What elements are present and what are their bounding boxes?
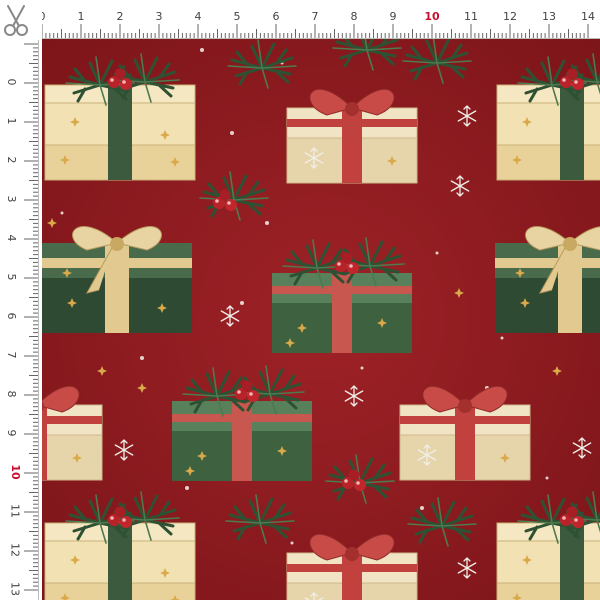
ruler-top: 0 1 2 3 4 5 6 7 8 9 10 11 12 13 14 <box>0 0 600 39</box>
ruler-left-label-accent: 10 <box>9 464 23 480</box>
ruler-top-label: 5 <box>233 10 241 23</box>
ruler-top-label: 13 <box>542 10 556 23</box>
ruler-top-label: 3 <box>155 10 163 23</box>
ruler-left: 0 1 2 3 4 5 6 7 8 9 10 11 12 13 <box>0 38 39 600</box>
christmas-gift-fabric <box>42 38 600 600</box>
ruler-left-label: 6 <box>5 312 18 320</box>
ruler-corner <box>0 0 42 40</box>
fabric-preview: 0 1 2 3 4 5 6 7 8 9 10 11 12 13 14 0 1 2… <box>0 0 600 600</box>
ruler-top-label: 1 <box>77 10 85 23</box>
ruler-top-label: 6 <box>272 10 280 23</box>
ruler-left-label: 11 <box>8 504 22 518</box>
ruler-left-label: 0 <box>5 78 18 86</box>
ruler-left-label: 3 <box>5 195 18 203</box>
ruler-top-label: 7 <box>311 10 319 23</box>
scissors-icon <box>4 5 28 36</box>
ruler-top-label: 12 <box>503 10 517 23</box>
ruler-left-label: 8 <box>5 390 18 398</box>
ruler-left-label: 4 <box>5 234 18 242</box>
ruler-top-label: 2 <box>116 10 124 23</box>
ruler-top-label: 9 <box>389 10 397 23</box>
ruler-top-label-accent: 10 <box>424 10 440 23</box>
ruler-top-label: 14 <box>581 10 595 23</box>
ruler-left-label: 12 <box>8 543 22 557</box>
ruler-top-label: 8 <box>350 10 358 23</box>
ruler-left-label: 7 <box>5 351 18 359</box>
ruler-left-label: 5 <box>5 273 18 281</box>
ruler-left-label: 1 <box>5 117 18 125</box>
gift-pattern <box>42 38 600 600</box>
ruler-top-label: 11 <box>464 10 478 23</box>
ruler-left-label: 2 <box>5 156 18 164</box>
ruler-left-label: 9 <box>5 429 18 437</box>
ruler-left-label: 13 <box>8 582 22 596</box>
ruler-top-label: 4 <box>194 10 202 23</box>
